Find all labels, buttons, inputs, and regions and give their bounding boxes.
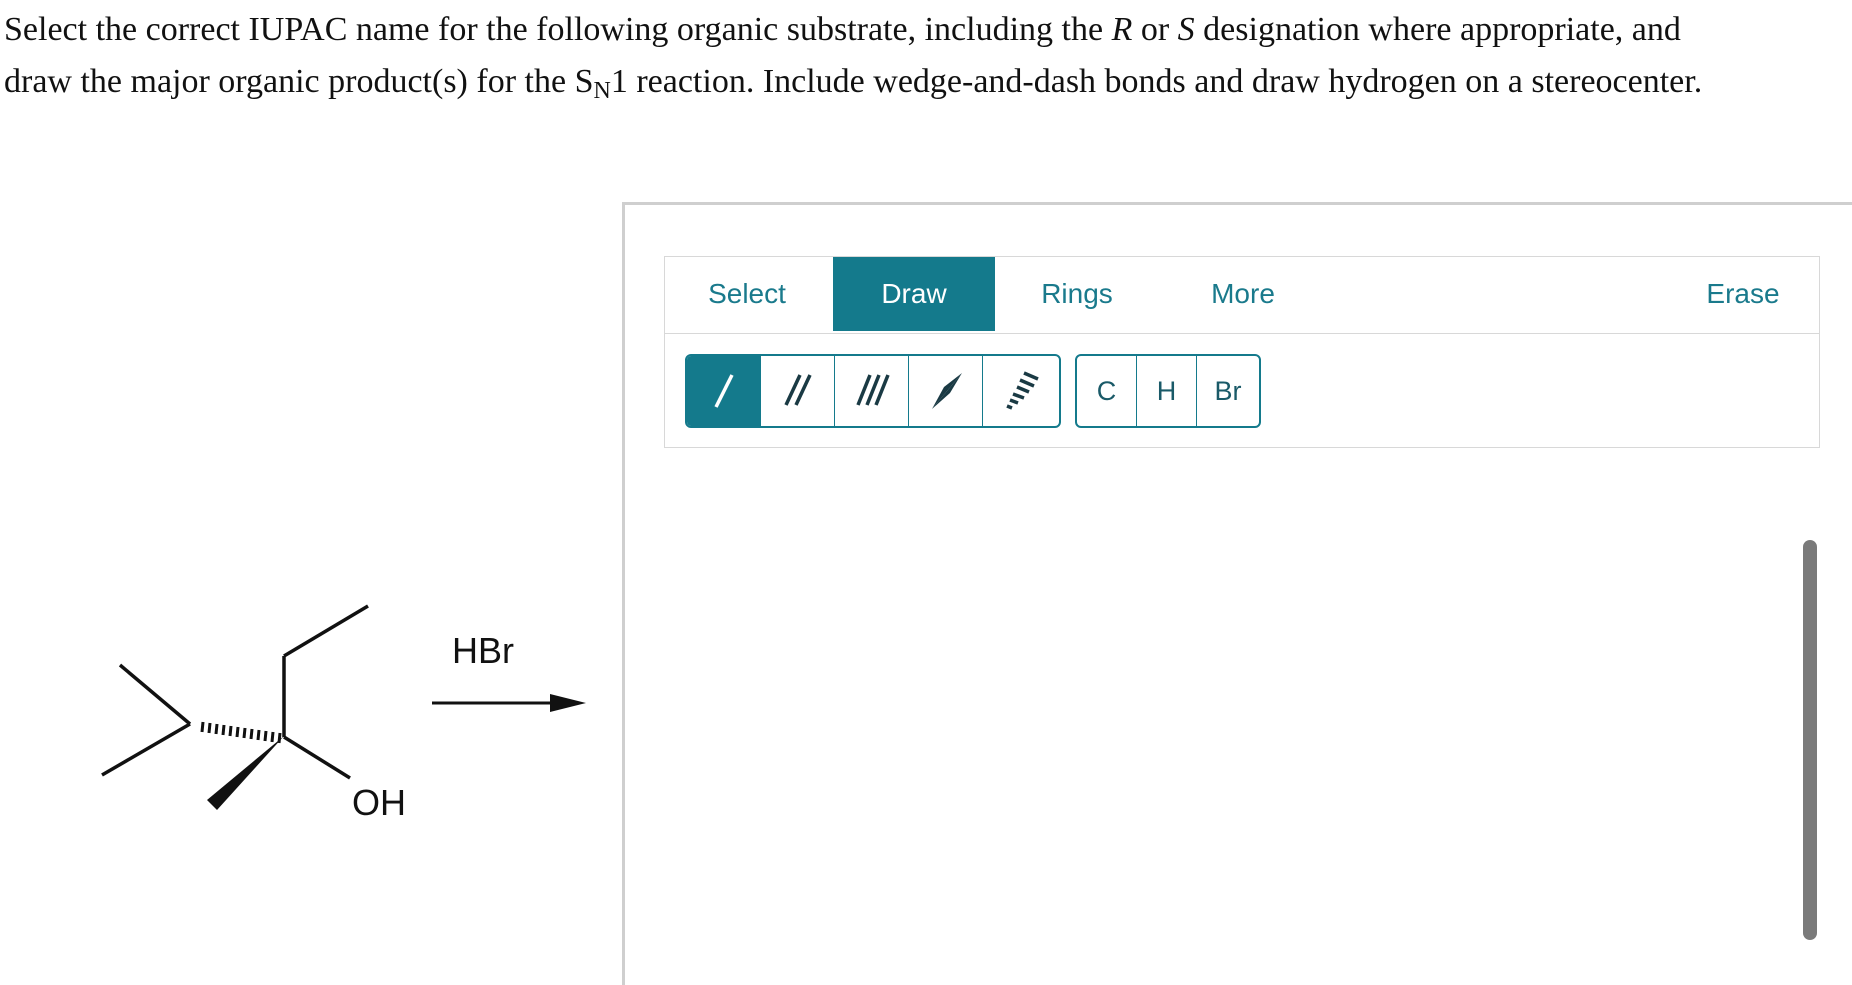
drawing-toolbar: Select Draw Rings More Erase C H Br (664, 256, 1820, 448)
arrow-head (550, 694, 586, 712)
reaction-scheme: HBr OH (0, 560, 620, 860)
tab-erase[interactable]: Erase (1665, 257, 1821, 331)
wedge-bond (207, 736, 284, 810)
toolbar-tabs: Select Draw Rings More Erase (665, 257, 1819, 334)
r-designation: R (1111, 11, 1133, 48)
dash-bond-button[interactable] (983, 356, 1057, 426)
sn-subscript: N (593, 78, 611, 104)
single-bond-icon (713, 374, 734, 408)
wedge-bond-icon (931, 373, 962, 409)
bond-tool-group (685, 354, 1061, 428)
question-text-part: draw the major organic product(s) for th… (4, 63, 594, 100)
triple-bond-icon (855, 374, 890, 406)
bond (101, 722, 191, 777)
dash-bond-icon (1006, 371, 1039, 410)
question-text-part: designation where appropriate, and (1194, 11, 1681, 48)
vertical-scrollbar[interactable] (1803, 540, 1817, 940)
question-text-part: 1 reaction. Include wedge-and-dash bonds… (610, 63, 1703, 100)
double-bond-button[interactable] (761, 356, 835, 426)
double-bond-icon (783, 374, 812, 406)
hashed-bond (200, 721, 282, 744)
wedge-bond-button[interactable] (909, 356, 983, 426)
bond (283, 604, 369, 658)
question-text-part: or (1132, 11, 1178, 48)
single-bond-button[interactable] (687, 356, 761, 426)
tab-draw[interactable]: Draw (833, 257, 995, 331)
substrate-structure (101, 604, 586, 810)
atom-br-button[interactable]: Br (1197, 356, 1259, 426)
question-line-2: draw the major organic product(s) for th… (4, 56, 1844, 108)
tab-more[interactable]: More (1161, 257, 1325, 331)
triple-bond-button[interactable] (835, 356, 909, 426)
question-line-1: Select the correct IUPAC name for the fo… (4, 4, 1844, 56)
atom-c-button[interactable]: C (1077, 356, 1137, 426)
bond (283, 735, 351, 780)
tab-rings[interactable]: Rings (995, 257, 1159, 331)
hydroxyl-label: OH (352, 782, 406, 823)
atom-h-button[interactable]: H (1137, 356, 1197, 426)
tab-select[interactable]: Select (665, 257, 829, 331)
question-text: Select the correct IUPAC name for the fo… (4, 4, 1844, 108)
atom-tool-group: C H Br (1075, 354, 1261, 428)
s-designation: S (1177, 11, 1195, 48)
question-text-part: Select the correct IUPAC name for the fo… (4, 11, 1112, 48)
reagent-label: HBr (452, 630, 514, 671)
bond (118, 663, 192, 726)
